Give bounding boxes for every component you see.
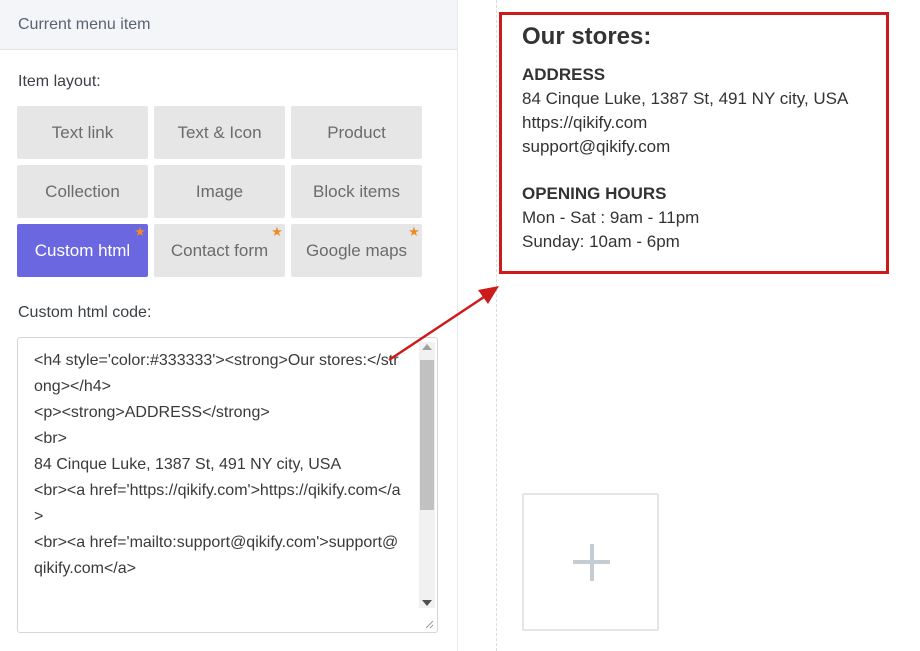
hours-sunday: Sunday: 10am - 6pm [522, 232, 680, 251]
layout-button-label: Product [327, 122, 386, 142]
address-line: 84 Cinque Luke, 1387 St, 491 NY city, US… [522, 89, 849, 108]
layout-button-label: Google maps [305, 240, 408, 260]
star-icon: ★ [134, 224, 146, 239]
layout-custom-html-button[interactable]: Custom html ★ [17, 224, 148, 277]
menu-item-panel: Current menu item Item layout: Text link… [0, 0, 458, 651]
add-block-button[interactable] [522, 493, 659, 631]
stores-title: Our stores: [522, 23, 652, 50]
preview-divider [496, 0, 497, 651]
layout-block-items-button[interactable]: Block items [291, 165, 422, 218]
layout-image-button[interactable]: Image [154, 165, 285, 218]
scroll-up-icon[interactable] [422, 344, 432, 350]
textarea-scrollbar[interactable] [419, 342, 435, 608]
layout-button-label: Text & Icon [177, 122, 262, 142]
panel-header: Current menu item [0, 0, 457, 50]
address-heading: ADDRESS [522, 65, 606, 84]
star-icon: ★ [408, 224, 420, 239]
layout-button-label: Image [195, 181, 244, 201]
hours-heading: OPENING HOURS [522, 184, 667, 203]
custom-html-label: Custom html code: [18, 304, 152, 321]
layout-button-label: Block items [313, 181, 400, 201]
email-link[interactable]: support@qikify.com [522, 135, 670, 159]
website-link[interactable]: https://qikify.com [522, 111, 647, 135]
layout-button-label: Contact form [170, 240, 269, 260]
layout-button-label: Custom html [34, 240, 131, 260]
layout-button-label: Text link [51, 122, 114, 142]
layout-text-link-button[interactable]: Text link [17, 106, 148, 159]
scroll-thumb[interactable] [420, 360, 434, 510]
stores-preview-block[interactable]: Our stores: ADDRESS 84 Cinque Luke, 1387… [499, 12, 889, 274]
scroll-down-icon[interactable] [422, 600, 432, 606]
hours-weekday: Mon - Sat : 9am - 11pm [522, 208, 700, 227]
plus-icon-vertical [589, 544, 594, 581]
layout-contact-form-button[interactable]: Contact form ★ [154, 224, 285, 277]
layout-button-label: Collection [45, 181, 120, 201]
panel-title: Current menu item [18, 15, 151, 33]
layout-collection-button[interactable]: Collection [17, 165, 148, 218]
item-layout-label: Item layout: [18, 73, 101, 90]
code-content[interactable]: <h4 style='color:#333333'><strong>Our st… [34, 348, 406, 582]
star-icon: ★ [271, 224, 283, 239]
layout-text-icon-button[interactable]: Text & Icon [154, 106, 285, 159]
layout-google-maps-button[interactable]: Google maps ★ [291, 224, 422, 277]
resize-grip-icon[interactable] [424, 619, 434, 629]
custom-html-textarea[interactable]: <h4 style='color:#333333'><strong>Our st… [17, 337, 438, 633]
layout-product-button[interactable]: Product [291, 106, 422, 159]
